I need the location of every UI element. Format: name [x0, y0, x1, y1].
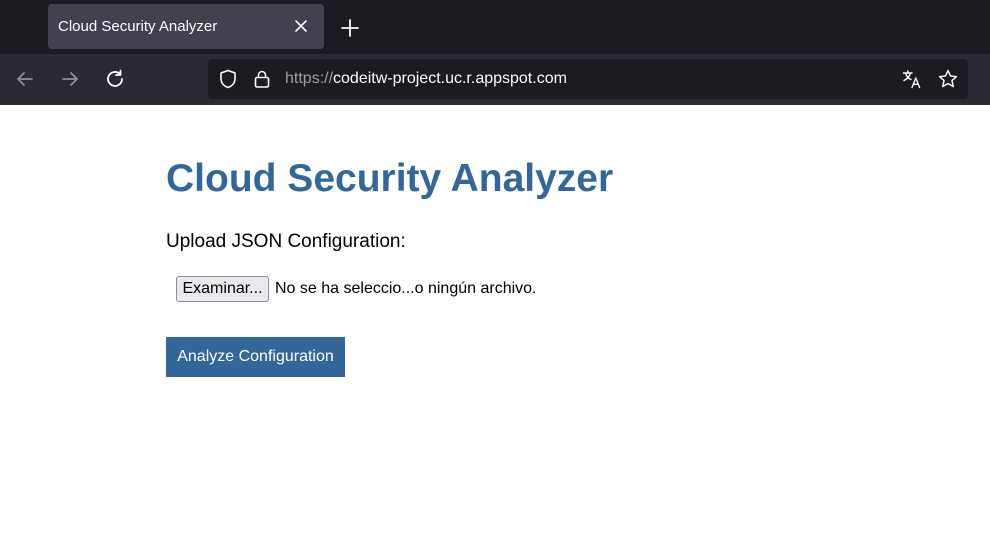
url-scheme: https:// [285, 70, 334, 87]
shield-icon[interactable] [217, 68, 239, 90]
tab-title: Cloud Security Analyzer [58, 18, 218, 35]
tab-strip: Cloud Security Analyzer [0, 0, 990, 54]
page-content: Cloud Security Analyzer Upload JSON Conf… [0, 105, 990, 556]
upload-label: Upload JSON Configuration: [166, 231, 406, 252]
reload-icon[interactable] [103, 67, 127, 91]
file-status-text: No se ha seleccio...o ningún archivo. [275, 280, 537, 297]
lock-icon[interactable] [251, 68, 273, 90]
url-host: codeitw-project.uc.r.appspot.com [333, 70, 567, 87]
analyze-button[interactable]: Analyze Configuration [166, 337, 345, 377]
star-icon[interactable] [937, 68, 959, 90]
url-text[interactable]: https://codeitw-project.uc.r.appspot.com [285, 70, 567, 88]
address-bar[interactable]: https://codeitw-project.uc.r.appspot.com [208, 59, 968, 99]
translate-icon[interactable] [901, 68, 923, 90]
page-title: Cloud Security Analyzer [166, 157, 614, 200]
plus-icon[interactable] [338, 16, 362, 40]
close-icon[interactable] [290, 15, 312, 37]
browser-tab[interactable]: Cloud Security Analyzer [48, 4, 324, 49]
arrow-right-icon[interactable] [58, 67, 82, 91]
navigation-toolbar: https://codeitw-project.uc.r.appspot.com [0, 54, 990, 105]
arrow-left-icon[interactable] [13, 67, 37, 91]
file-browse-button[interactable]: Examinar... [176, 276, 269, 302]
